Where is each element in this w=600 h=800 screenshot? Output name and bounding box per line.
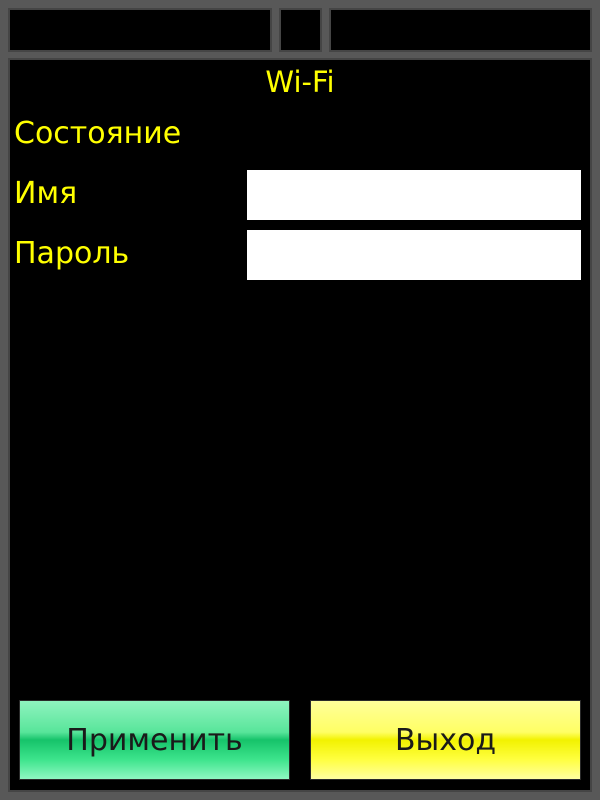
name-field[interactable] (247, 170, 581, 220)
status-bar-right (329, 8, 592, 52)
apply-button-label: Применить (66, 722, 243, 758)
password-label: Пароль (14, 236, 130, 271)
main-panel (8, 58, 592, 792)
status-label: Состояние (14, 116, 182, 151)
exit-button-label: Выход (394, 722, 497, 758)
apply-button[interactable]: Применить (19, 700, 290, 780)
password-field[interactable] (247, 230, 581, 280)
page-title: Wi-Fi (265, 65, 335, 99)
exit-button[interactable]: Выход (310, 700, 581, 780)
name-label: Имя (14, 176, 78, 211)
status-bar-middle (279, 8, 322, 52)
status-bar-left (8, 8, 272, 52)
